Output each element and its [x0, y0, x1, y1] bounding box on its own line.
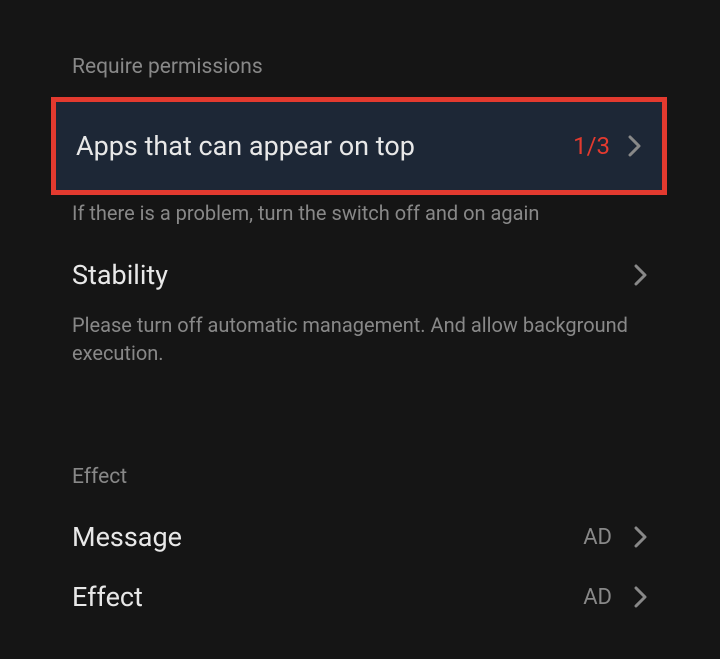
chevron-right-icon: [628, 135, 642, 157]
item-title: Message: [72, 521, 583, 553]
section-spacer: [0, 385, 720, 465]
chevron-right-icon: [634, 526, 648, 548]
item-title: Stability: [72, 259, 634, 291]
section-header-effect: Effect: [0, 465, 720, 507]
item-value: 1/3: [573, 132, 610, 160]
item-apps-on-top[interactable]: Apps that can appear on top 1/3: [51, 97, 667, 195]
item-description: If there is a problem, turn the switch o…: [0, 195, 720, 245]
item-stability[interactable]: Stability: [0, 245, 720, 305]
chevron-right-icon: [634, 586, 648, 608]
item-badge-ad: AD: [583, 525, 612, 550]
chevron-right-icon: [634, 264, 648, 286]
item-title: Effect: [72, 581, 583, 613]
item-message[interactable]: Message AD: [0, 507, 720, 567]
item-effect[interactable]: Effect AD: [0, 567, 720, 627]
section-header-permissions: Require permissions: [0, 55, 720, 97]
item-description: Please turn off automatic management. An…: [0, 305, 720, 385]
item-title: Apps that can appear on top: [76, 130, 573, 162]
settings-container: Require permissions Apps that can appear…: [0, 0, 720, 627]
item-badge-ad: AD: [583, 585, 612, 610]
